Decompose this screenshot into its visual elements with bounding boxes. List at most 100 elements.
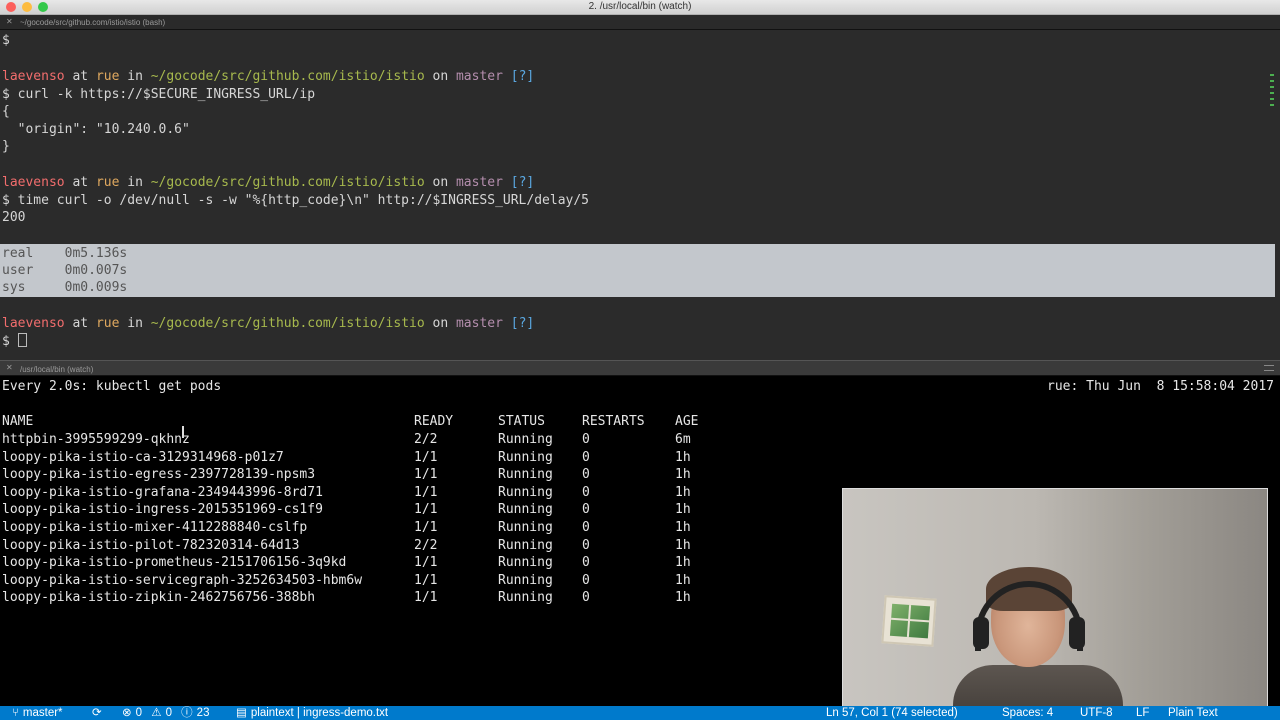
- git-branch-item[interactable]: ⑂ master*: [12, 706, 63, 720]
- sync-icon[interactable]: ⟳: [92, 706, 102, 720]
- prompt-user: laevenso: [2, 69, 65, 84]
- selected-text[interactable]: real 0m5.136s user 0m0.007s sys 0m0.009s: [0, 244, 1275, 297]
- pod-name: loopy-pika-istio-pilot-782320314-64d13: [2, 537, 300, 553]
- output-line: }: [2, 139, 10, 154]
- watch-timestamp: rue: Thu Jun 8 15:58:04 2017: [1047, 379, 1274, 394]
- pod-name: loopy-pika-istio-ingress-2015351969-cs1f…: [2, 502, 323, 518]
- terminal-tab[interactable]: ✕ ~/gocode/src/github.com/istio/istio (b…: [0, 15, 1280, 30]
- prompt-branch: master: [455, 69, 503, 84]
- warning-icon: ⚠: [151, 707, 162, 719]
- time-sys: sys 0m0.009s: [2, 280, 128, 295]
- pod-name: loopy-pika-istio-prometheus-2151706156-3…: [2, 555, 347, 571]
- branch-icon: ⑂: [12, 707, 19, 719]
- headphone-ear-right: [1069, 617, 1085, 649]
- pod-age: 1h: [675, 572, 691, 588]
- editor-statusbar: ⑂ master* ⟳ ⊗ 0 ⚠ 0 ⓘ 23 ▤ plaintext | ingres…: [0, 706, 1280, 720]
- pod-ready: 1/1: [414, 590, 438, 606]
- pod-age: 1h: [675, 484, 691, 500]
- pod-ready: 1/1: [414, 555, 438, 571]
- prompt-line: laevenso at rue in ~/gocode/src/github.c…: [2, 175, 535, 190]
- pod-restarts: 0: [582, 572, 590, 588]
- text-cursor: [17, 333, 27, 347]
- window-title: 2. /usr/local/bin (watch): [588, 1, 692, 12]
- column-header-status: STATUS: [498, 414, 545, 429]
- command-line: $ curl -k https://$SECURE_INGRESS_URL/ip: [2, 87, 316, 102]
- pane-split-bar[interactable]: ✕ /usr/local/bin (watch): [0, 360, 1280, 376]
- pod-age: 6m: [675, 432, 691, 447]
- prompt-path: ~/gocode/src/github.com/istio/istio: [150, 69, 425, 84]
- problems-item[interactable]: ⊗ 0 ⚠ 0 ⓘ 23: [122, 706, 209, 720]
- pod-restarts: 0: [582, 502, 590, 518]
- pod-status: Running: [498, 449, 553, 465]
- column-header-age: AGE: [675, 414, 699, 429]
- pod-status: Running: [498, 502, 553, 518]
- pod-ready: 2/2: [414, 537, 438, 553]
- output-line: {: [2, 104, 10, 119]
- pod-ready: 1/1: [414, 484, 438, 500]
- info-icon: ⓘ: [181, 707, 193, 719]
- pod-age: 1h: [675, 467, 691, 483]
- prompt-line: laevenso at rue in ~/gocode/src/github.c…: [2, 316, 535, 331]
- indentation[interactable]: Spaces: 4: [1002, 706, 1053, 720]
- time-real: real 0m5.136s: [2, 246, 128, 261]
- column-header-restarts: RESTARTS: [582, 414, 645, 429]
- picture-frame-icon: [881, 595, 937, 647]
- pod-status: Running: [498, 572, 553, 588]
- pod-ready: 1/1: [414, 449, 438, 465]
- pod-age: 1h: [675, 502, 691, 518]
- close-pane-icon[interactable]: ✕: [6, 363, 13, 372]
- bash-terminal-pane[interactable]: $ laevenso at rue in ~/gocode/src/github…: [0, 30, 1280, 360]
- close-tab-icon[interactable]: ✕: [6, 17, 13, 26]
- pod-ready: 1/1: [414, 572, 438, 588]
- prompt-line: laevenso at rue in ~/gocode/src/github.c…: [2, 69, 535, 84]
- person-body: [953, 665, 1123, 707]
- webcam-overlay: [842, 488, 1268, 708]
- output-line: "origin": "10.240.0.6": [2, 122, 190, 137]
- pod-age: 1h: [675, 449, 691, 465]
- end-of-line[interactable]: LF: [1136, 706, 1149, 720]
- language-item[interactable]: ▤ plaintext | ingress-demo.txt: [236, 706, 388, 720]
- prompt-dirty: [?]: [510, 69, 535, 84]
- tab-label: ~/gocode/src/github.com/istio/istio (bas…: [20, 18, 166, 27]
- pod-restarts: 0: [582, 432, 590, 447]
- language-mode[interactable]: Plain Text: [1168, 706, 1218, 720]
- pod-age: 1h: [675, 590, 691, 606]
- pod-restarts: 0: [582, 555, 590, 571]
- pod-name: loopy-pika-istio-grafana-2349443996-8rd7…: [2, 484, 323, 500]
- cursor-position[interactable]: Ln 57, Col 1 (74 selected): [826, 706, 958, 720]
- resize-grip-icon[interactable]: [1264, 365, 1274, 371]
- headphone-ear-left: [973, 617, 989, 649]
- window-titlebar: 2. /usr/local/bin (watch): [0, 0, 1280, 15]
- prompt-dollar: $: [2, 33, 10, 48]
- pod-restarts: 0: [582, 449, 590, 465]
- command-line: $ time curl -o /dev/null -s -w "%{http_c…: [2, 193, 589, 208]
- pod-status: Running: [498, 590, 553, 606]
- pod-restarts: 0: [582, 484, 590, 500]
- pod-age: 1h: [675, 520, 691, 535]
- pod-status: Running: [498, 432, 553, 447]
- column-header-name: NAME: [2, 414, 34, 429]
- pod-age: 1h: [675, 537, 691, 553]
- pane-label: /usr/local/bin (watch): [20, 365, 94, 374]
- pod-status: Running: [498, 555, 553, 571]
- column-header-ready: READY: [414, 414, 454, 429]
- pod-status: Running: [498, 467, 553, 483]
- pod-ready: 1/1: [414, 467, 438, 483]
- pod-ready: 1/1: [414, 502, 438, 518]
- encoding[interactable]: UTF-8: [1080, 706, 1113, 720]
- pod-ready: 2/2: [414, 432, 438, 447]
- pod-name: loopy-pika-istio-egress-2397728139-npsm3: [2, 467, 316, 483]
- watch-header: Every 2.0s: kubectl get pods: [2, 379, 222, 394]
- time-user: user 0m0.007s: [2, 263, 128, 278]
- pod-name: loopy-pika-istio-zipkin-2462756756-388bh: [2, 590, 316, 606]
- input-line[interactable]: $: [2, 333, 27, 350]
- error-icon: ⊗: [122, 707, 132, 719]
- pod-name: loopy-pika-istio-ca-3129314968-p01z7: [2, 449, 284, 465]
- pod-status: Running: [498, 484, 553, 500]
- file-icon: ▤: [236, 707, 247, 719]
- pod-status: Running: [498, 520, 553, 535]
- output-line: 200: [2, 210, 26, 225]
- pod-restarts: 0: [582, 537, 590, 553]
- pod-name: httpbin-3995599299-qkhnz: [2, 432, 190, 447]
- pod-restarts: 0: [582, 590, 590, 606]
